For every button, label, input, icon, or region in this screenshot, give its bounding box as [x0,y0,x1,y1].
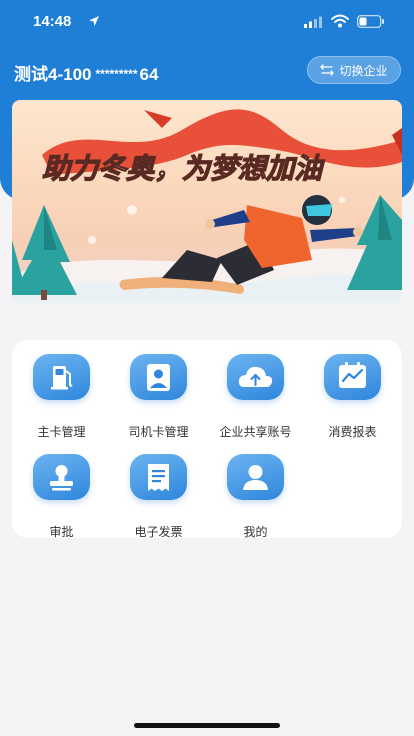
menu-item-shared-account[interactable]: 企业共享账号 [207,354,304,444]
wifi-icon [331,14,349,28]
company-name: 测试4-100 ********* 64 [14,60,158,85]
menu-item-consumption-report[interactable]: 消费报表 [304,354,401,444]
menu-item-e-invoice[interactable]: 电子发票 [110,454,207,544]
company-name-suffix: 64 [139,65,159,84]
company-name-prefix: 测试4-100 [14,65,92,84]
company-name-masked: ********* [95,67,138,81]
menu-item-mine[interactable]: 我的 [207,454,304,544]
menu-item-approval[interactable]: 审批 [13,454,110,544]
menu-item-driver-card[interactable]: 司机卡管理 [110,354,207,444]
switch-arrows-icon [320,64,335,76]
chart-report-icon [324,354,381,400]
menu-item-label: 审批 [49,525,74,539]
menu-item-label: 消费报表 [328,425,377,439]
location-arrow-icon [89,16,99,26]
fuel-pump-icon [33,354,90,400]
stamp-icon [33,454,90,500]
menu-grid: 主卡管理 司机卡管理 企业共享账号 消费报表 审批 电子发票 我的 [12,340,402,539]
menu-item-label: 我的 [243,525,268,539]
home-indicator[interactable] [134,723,280,728]
status-time: 14:48 [33,13,72,30]
menu-item-label: 电子发票 [134,525,183,539]
banner-slogan: 助力冬奥，为梦想加油 [42,152,325,185]
status-bar: 14:48 [0,0,414,44]
menu-item-main-card[interactable]: 主卡管理 [13,354,110,444]
menu-item-label: 主卡管理 [37,425,86,439]
user-icon [227,454,284,500]
menu-item-label: 司机卡管理 [128,425,189,439]
switch-company-label: 切换企业 [339,63,388,78]
switch-company-button[interactable]: 切换企业 [307,56,401,84]
battery-icon [357,15,384,28]
cellular-signal-icon [304,16,322,28]
driver-card-icon [130,354,187,400]
menu-item-label: 企业共享账号 [219,425,292,439]
cloud-upload-icon [227,354,284,400]
banner-illustration: 助力冬奥，为梦想加油 [12,109,402,303]
receipt-icon [130,454,187,500]
promo-banner[interactable]: 助力冬奥，为梦想加油 [12,100,402,303]
